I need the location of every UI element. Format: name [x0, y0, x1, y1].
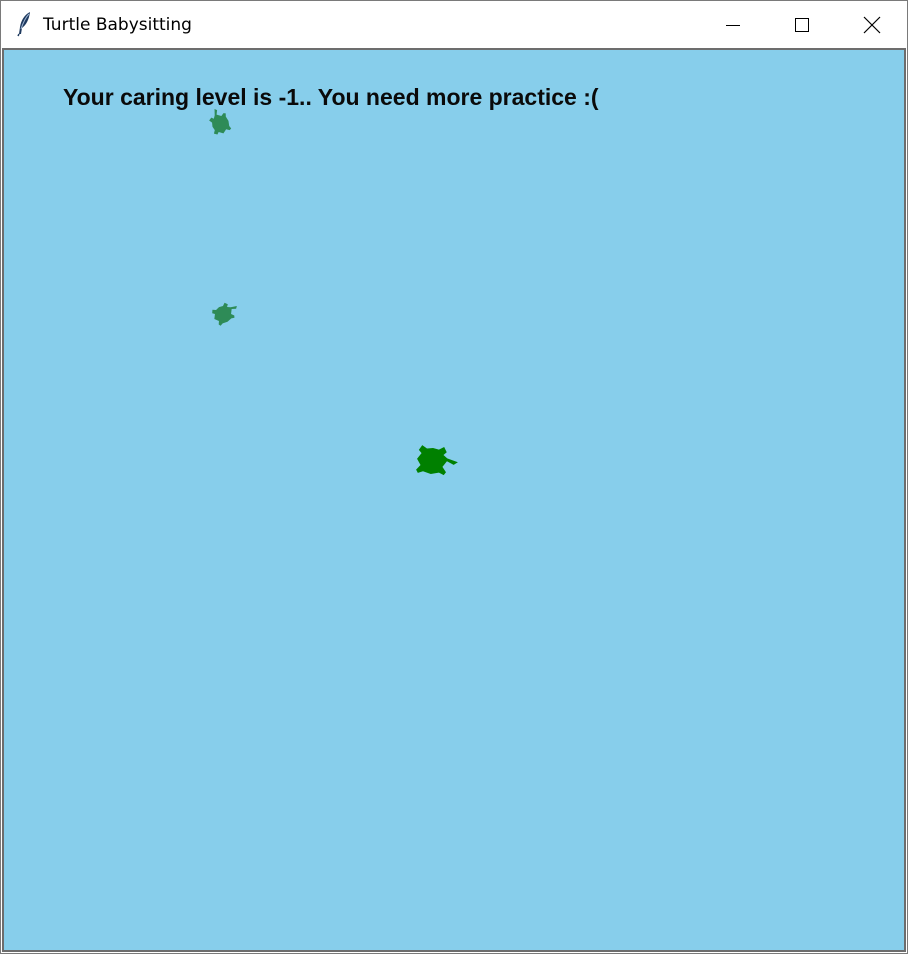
feather-icon [17, 12, 30, 37]
baby-turtle-2 [212, 302, 237, 326]
maximize-button[interactable] [767, 1, 837, 48]
turtle-canvas[interactable]: Your caring level is -1.. You need more … [4, 50, 904, 950]
turtle-icon [416, 445, 458, 476]
baby-turtle-1 [209, 108, 232, 135]
turtle-shape [212, 302, 237, 326]
close-button[interactable] [837, 1, 907, 48]
title-bar[interactable]: Turtle Babysitting [1, 1, 907, 48]
close-icon [863, 16, 881, 33]
turtle-icon [209, 108, 232, 135]
maximize-icon [795, 17, 809, 32]
turtle-shape [209, 108, 232, 135]
turtle-icon [212, 302, 237, 326]
turtle-canvas-frame: Your caring level is -1.. You need more … [2, 48, 906, 952]
status-message: Your caring level is -1.. You need more … [63, 84, 599, 110]
minimize-icon [726, 24, 740, 26]
player-turtle [416, 445, 458, 476]
minimize-button[interactable] [698, 1, 768, 48]
app-window: Turtle Babysitting Your caring level is … [0, 0, 908, 954]
window-title: Turtle Babysitting [43, 15, 192, 35]
